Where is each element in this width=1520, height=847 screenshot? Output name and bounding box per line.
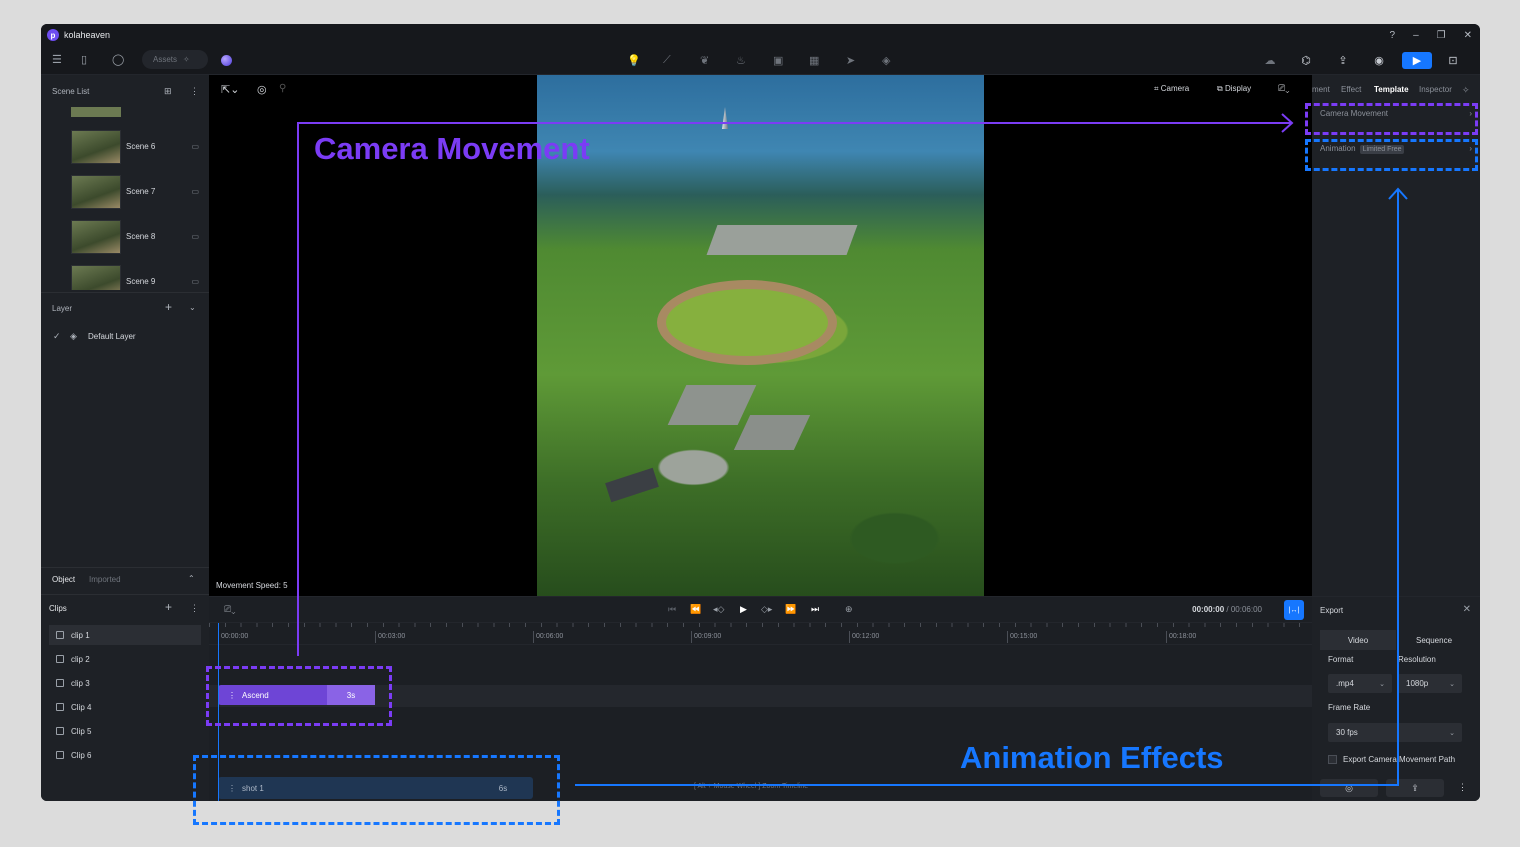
camera-movement-annotation: Camera Movement [314,131,590,166]
animation-arrow [575,190,1399,786]
annotation-arrows [297,113,1408,786]
animation-effects-annotation: Animation Effects [960,740,1224,775]
camera-movement-arrow [297,122,1291,656]
